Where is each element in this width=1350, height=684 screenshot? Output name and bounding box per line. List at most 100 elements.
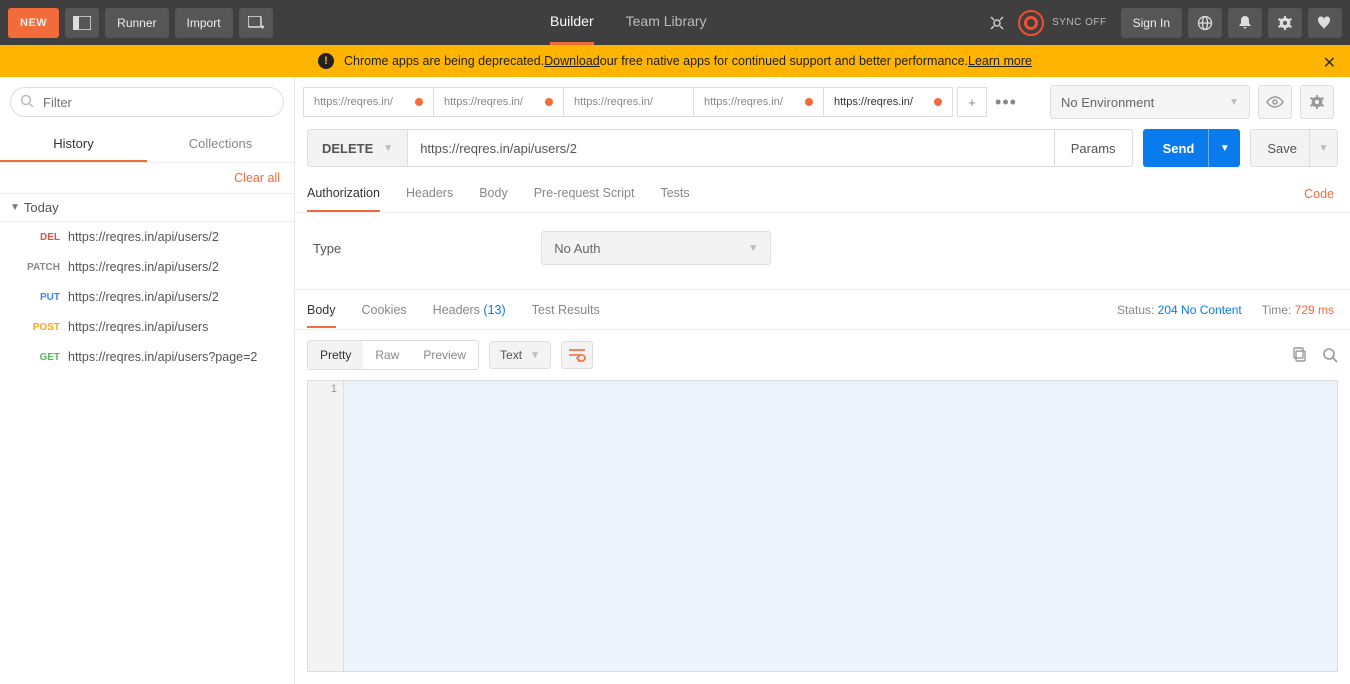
view-mode-segment: Pretty Raw Preview xyxy=(307,340,479,370)
history-method: POST xyxy=(20,322,60,333)
sidebar-tab-history[interactable]: History xyxy=(0,127,147,162)
history-method: PUT xyxy=(20,292,60,303)
banner-learn-link[interactable]: Learn more xyxy=(968,54,1032,68)
history-url: https://reqres.in/api/users?page=2 xyxy=(68,350,257,364)
save-button[interactable]: Save ▼ xyxy=(1250,129,1338,167)
wrap-lines-button[interactable] xyxy=(561,341,593,369)
request-tab[interactable]: https://reqres.in/ xyxy=(563,87,693,117)
response-body[interactable]: 1 xyxy=(307,380,1338,672)
sidebar-tab-collections[interactable]: Collections xyxy=(147,127,294,162)
warning-icon: ! xyxy=(318,53,334,69)
new-button[interactable]: NEW xyxy=(8,8,59,38)
history-item[interactable]: POSThttps://reqres.in/api/users xyxy=(0,312,294,342)
nav-builder[interactable]: Builder xyxy=(550,0,594,45)
resp-tab-headers-label: Headers xyxy=(433,303,480,317)
time-value: 729 ms xyxy=(1295,303,1334,317)
history-item[interactable]: DELhttps://reqres.in/api/users/2 xyxy=(0,222,294,252)
copy-response-icon[interactable] xyxy=(1292,347,1308,363)
import-button[interactable]: Import xyxy=(175,8,233,38)
resp-tab-body[interactable]: Body xyxy=(307,292,336,328)
chevron-down-icon: ▼ xyxy=(530,350,540,361)
method-select[interactable]: DELETE ▼ xyxy=(307,129,408,167)
view-preview[interactable]: Preview xyxy=(411,341,478,369)
nav-team-library[interactable]: Team Library xyxy=(626,0,707,45)
subtab-prerequest[interactable]: Pre-request Script xyxy=(534,186,635,212)
request-tab[interactable]: https://reqres.in/ xyxy=(823,87,953,117)
save-label: Save xyxy=(1267,141,1297,156)
environment-settings-button[interactable] xyxy=(1300,85,1334,119)
sidebar: History Collections Clear all ▼Today DEL… xyxy=(0,77,295,684)
request-tab[interactable]: https://reqres.in/ xyxy=(693,87,823,117)
search-response-icon[interactable] xyxy=(1322,347,1338,363)
topbar: NEW Runner Import Builder Team Library S… xyxy=(0,0,1350,45)
new-window-button[interactable] xyxy=(239,8,273,38)
subtab-body[interactable]: Body xyxy=(479,186,508,212)
environment-select[interactable]: No Environment ▼ xyxy=(1050,85,1250,119)
status-label: Status: xyxy=(1117,303,1154,317)
auth-row: Type No Auth ▼ xyxy=(295,213,1350,290)
response-toolbar: Pretty Raw Preview Text ▼ xyxy=(295,330,1350,380)
resp-tab-testresults[interactable]: Test Results xyxy=(532,303,600,317)
new-tab-button[interactable]: + xyxy=(957,87,987,117)
request-tab[interactable]: https://reqres.in/ xyxy=(433,87,563,117)
subtab-tests[interactable]: Tests xyxy=(660,186,689,212)
request-tab-label: https://reqres.in/ xyxy=(834,96,913,108)
response-tabs: Body Cookies Headers (13) Test Results S… xyxy=(295,290,1350,330)
search-icon xyxy=(20,94,34,111)
filter-input[interactable] xyxy=(10,87,284,117)
banner-close-icon[interactable]: ✕ xyxy=(1323,53,1336,73)
environment-quicklook-button[interactable] xyxy=(1258,85,1292,119)
history-item[interactable]: GET https://reqres.in/api/users?page=2 xyxy=(0,342,294,372)
code-link[interactable]: Code xyxy=(1304,187,1334,201)
settings-icon[interactable] xyxy=(1268,8,1302,38)
format-value: Text xyxy=(500,348,522,362)
subtab-authorization[interactable]: Authorization xyxy=(307,186,380,212)
banner-text-pre: Chrome apps are being deprecated. xyxy=(344,54,544,68)
heart-icon[interactable] xyxy=(1308,8,1342,38)
chevron-down-icon: ▼ xyxy=(1229,97,1239,108)
globe-icon[interactable] xyxy=(1188,8,1222,38)
request-subtabs: Authorization Headers Body Pre-request S… xyxy=(295,177,1350,213)
deprecation-banner: ! Chrome apps are being deprecated. Down… xyxy=(0,45,1350,77)
dirty-indicator-icon xyxy=(934,98,942,106)
save-dropdown[interactable]: ▼ xyxy=(1309,129,1337,167)
notifications-icon[interactable] xyxy=(1228,8,1262,38)
history-method: DEL xyxy=(20,232,60,243)
line-number: 1 xyxy=(314,383,337,395)
send-dropdown[interactable]: ▼ xyxy=(1208,129,1240,167)
request-tab[interactable]: https://reqres.in/ xyxy=(303,87,433,117)
view-pretty[interactable]: Pretty xyxy=(308,341,363,369)
history-group-today[interactable]: ▼Today xyxy=(0,193,294,222)
content: https://reqres.in/https://reqres.in/http… xyxy=(295,77,1350,684)
view-raw[interactable]: Raw xyxy=(363,341,411,369)
toggle-sidebar-button[interactable] xyxy=(65,8,99,38)
sign-in-button[interactable]: Sign In xyxy=(1121,8,1182,38)
resp-tab-cookies[interactable]: Cookies xyxy=(362,303,407,317)
resp-tab-headers[interactable]: Headers (13) xyxy=(433,303,506,317)
auth-type-select[interactable]: No Auth ▼ xyxy=(541,231,771,265)
history-group-label: Today xyxy=(24,200,59,215)
subtab-headers[interactable]: Headers xyxy=(406,186,453,212)
runner-button[interactable]: Runner xyxy=(105,8,168,38)
history-item[interactable]: PATCHhttps://reqres.in/api/users/2 xyxy=(0,252,294,282)
request-tab-label: https://reqres.in/ xyxy=(704,96,783,108)
send-button[interactable]: Send ▼ xyxy=(1143,129,1241,167)
response-body-text xyxy=(344,381,1337,671)
banner-download-link[interactable]: Download xyxy=(544,54,600,68)
request-tab-label: https://reqres.in/ xyxy=(574,96,653,108)
sync-status[interactable]: SYNC OFF xyxy=(984,10,1107,36)
history-url: https://reqres.in/api/users/2 xyxy=(68,290,219,304)
params-button[interactable]: Params xyxy=(1055,129,1133,167)
tab-overflow-button[interactable]: ••• xyxy=(991,87,1021,117)
request-tab-label: https://reqres.in/ xyxy=(444,96,523,108)
request-tab-label: https://reqres.in/ xyxy=(314,96,393,108)
auth-type-label: Type xyxy=(313,241,341,256)
url-input[interactable] xyxy=(408,129,1055,167)
history-method: GET xyxy=(20,352,60,363)
format-select[interactable]: Text ▼ xyxy=(489,341,551,369)
dirty-indicator-icon xyxy=(415,98,423,106)
history-item[interactable]: PUT https://reqres.in/api/users/2 xyxy=(0,282,294,312)
sync-label: SYNC OFF xyxy=(1052,17,1107,28)
chevron-down-icon: ▼ xyxy=(383,143,393,154)
clear-all-link[interactable]: Clear all xyxy=(234,171,280,185)
